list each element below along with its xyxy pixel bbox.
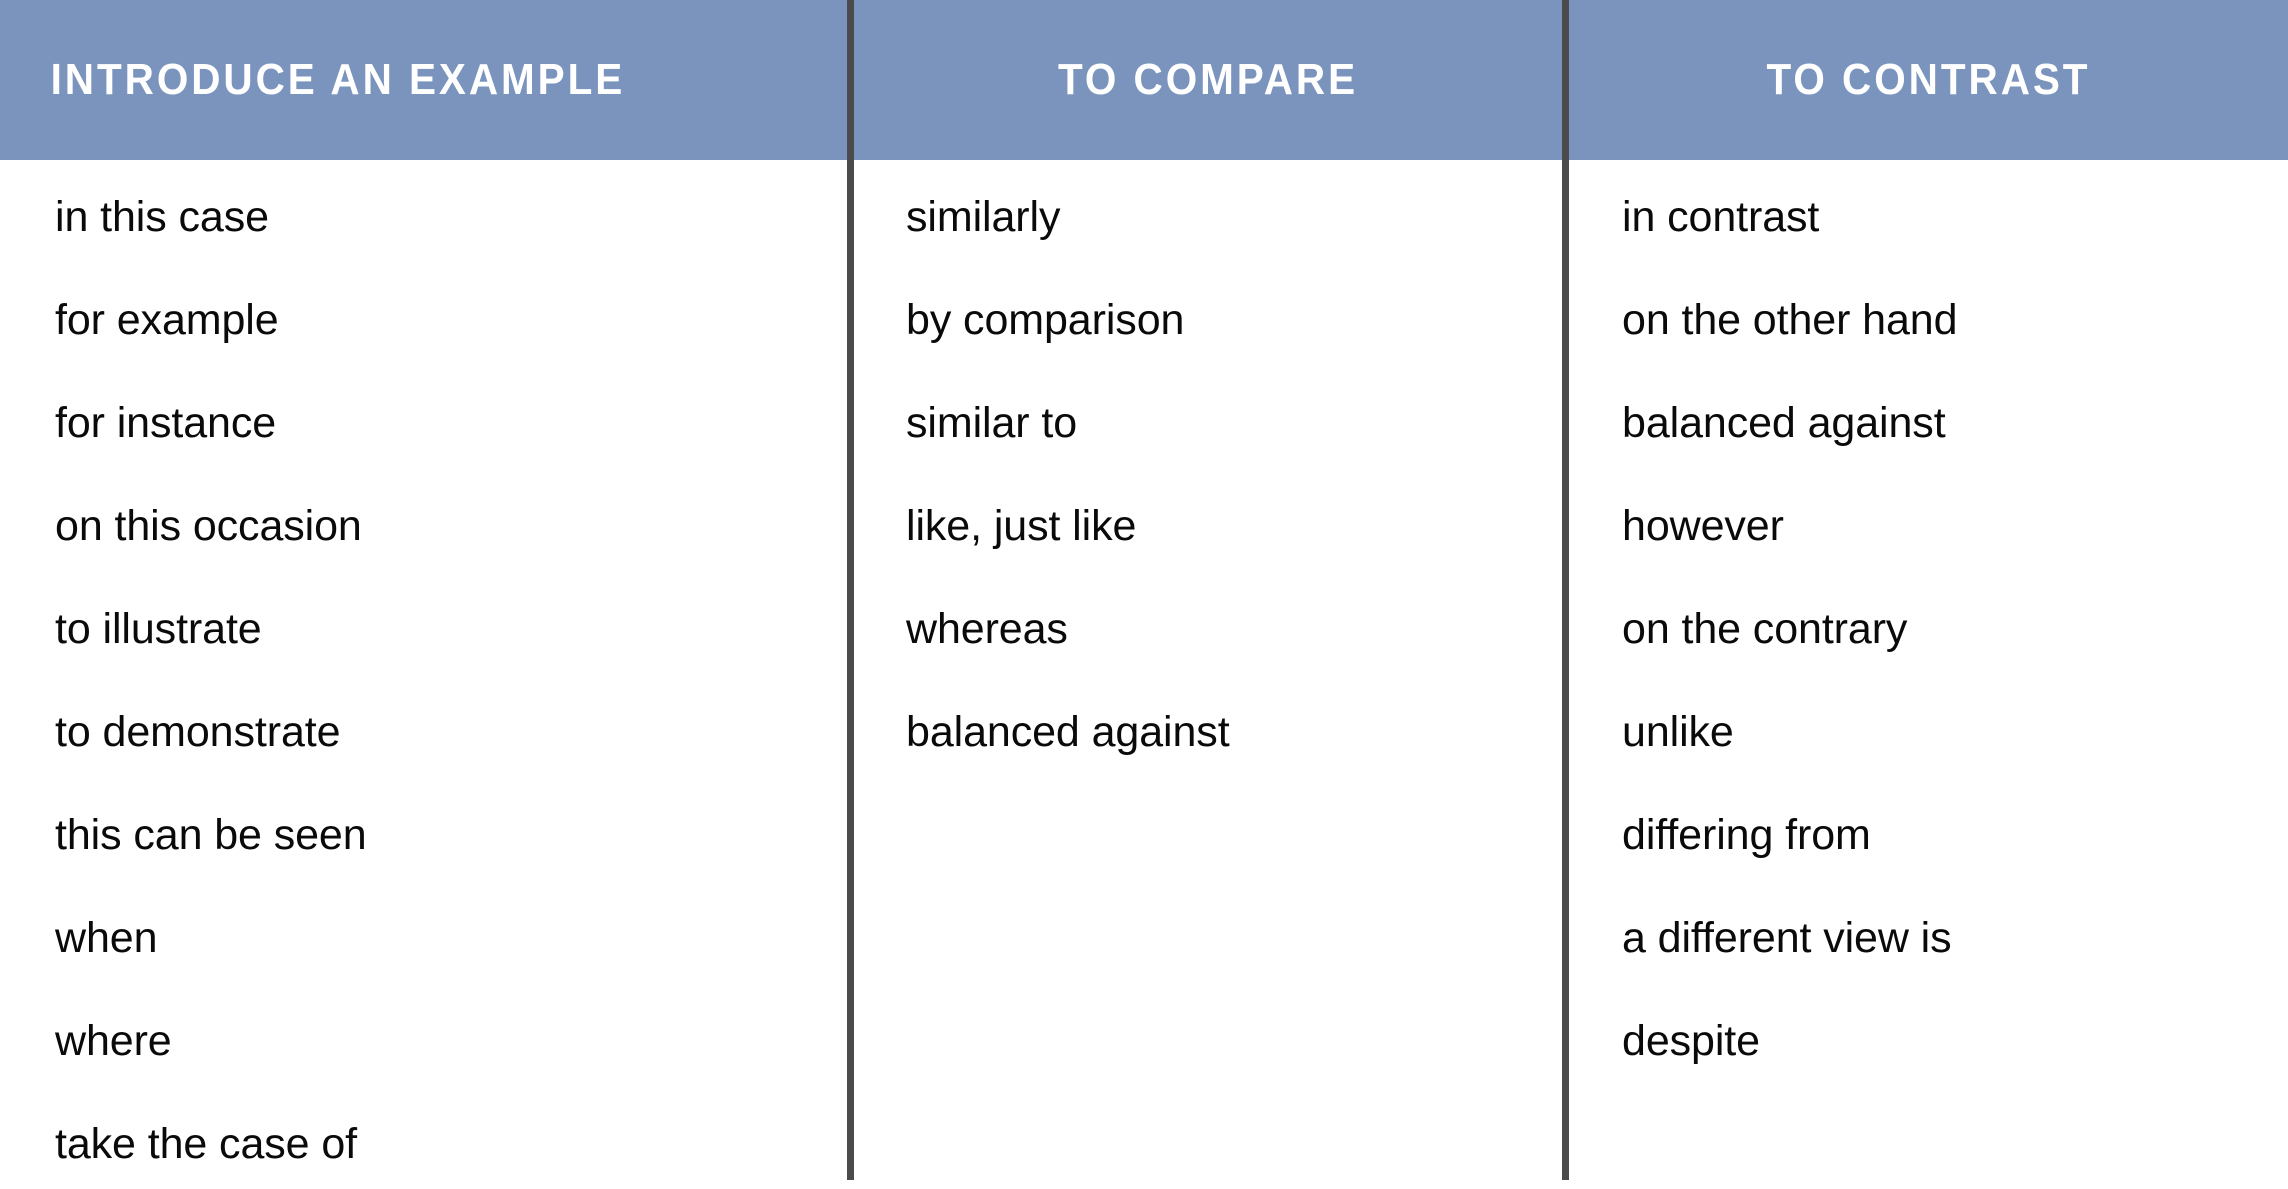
transition-words-table: INTRODUCE AN EXAMPLE in this case for ex… bbox=[0, 0, 2288, 1189]
list-item: to demonstrate bbox=[55, 708, 341, 756]
list-item: where bbox=[55, 1017, 172, 1065]
list-item: by comparison bbox=[906, 296, 1185, 344]
list-item: for instance bbox=[55, 399, 277, 447]
list-item: this can be seen bbox=[55, 811, 367, 859]
list-item: despite bbox=[1622, 1017, 1760, 1065]
list-item: similar to bbox=[906, 399, 1078, 447]
column-header-introduce-an-example: INTRODUCE AN EXAMPLE bbox=[50, 55, 626, 104]
column-body-to-contrast: in contrast on the other hand balanced a… bbox=[1569, 160, 2288, 1093]
list-item: in this case bbox=[55, 193, 269, 241]
list-item: like, just like bbox=[906, 502, 1137, 550]
list-item: a different view is bbox=[1622, 914, 1952, 962]
list-item: on the other hand bbox=[1622, 296, 1958, 344]
list-item: on this occasion bbox=[55, 502, 362, 550]
column-to-compare: TO COMPARE similarly by comparison simil… bbox=[854, 0, 1562, 1189]
column-header-to-compare: TO COMPARE bbox=[1057, 55, 1359, 104]
column-header-to-contrast: TO CONTRAST bbox=[1766, 55, 2091, 104]
list-item: when bbox=[55, 914, 158, 962]
list-item: similarly bbox=[906, 193, 1061, 241]
list-item: in contrast bbox=[1622, 193, 1820, 241]
list-item: however bbox=[1622, 502, 1784, 550]
column-body-introduce-an-example: in this case for example for instance on… bbox=[0, 160, 847, 1189]
column-divider-1 bbox=[847, 0, 854, 1180]
list-item: take the case of bbox=[55, 1120, 357, 1168]
column-body-to-compare: similarly by comparison similar to like,… bbox=[854, 160, 1562, 784]
column-divider-2 bbox=[1562, 0, 1569, 1180]
list-item: for example bbox=[55, 296, 279, 344]
list-item: whereas bbox=[906, 605, 1068, 653]
list-item: unlike bbox=[1622, 708, 1734, 756]
list-item: balanced against bbox=[1622, 399, 1946, 447]
list-item: differing from bbox=[1622, 811, 1871, 859]
list-item: to illustrate bbox=[55, 605, 262, 653]
list-item: balanced against bbox=[906, 708, 1230, 756]
column-introduce-an-example: INTRODUCE AN EXAMPLE in this case for ex… bbox=[0, 0, 847, 1189]
list-item: on the contrary bbox=[1622, 605, 1908, 653]
column-to-contrast: TO CONTRAST in contrast on the other han… bbox=[1569, 0, 2288, 1189]
